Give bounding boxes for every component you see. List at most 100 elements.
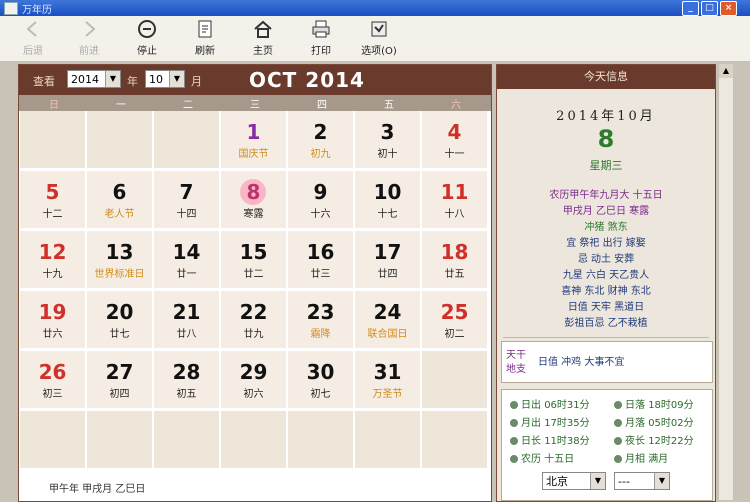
- empty-day-cell: [154, 111, 220, 169]
- day-cell[interactable]: 6 老人节: [87, 171, 153, 229]
- day-cell[interactable]: 31 万圣节: [355, 351, 421, 409]
- lunar-date: 廿一: [176, 269, 197, 280]
- document-refresh-icon: [198, 20, 212, 38]
- sun-moon-key: 月相: [625, 454, 645, 465]
- vertical-scrollbar[interactable]: ▲: [718, 64, 733, 500]
- day-number: 7: [179, 180, 194, 204]
- day-cell[interactable]: 21 廿八: [154, 291, 220, 349]
- lunar-date: 十八: [444, 209, 465, 220]
- day-cell[interactable]: 30 初七: [288, 351, 354, 409]
- day-cell[interactable]: 2 初九: [288, 111, 354, 169]
- print-button[interactable]: 打印: [298, 18, 344, 58]
- today-day: 8: [597, 125, 615, 153]
- day-cell[interactable]: 13 世界标准日: [87, 231, 153, 289]
- sun-moon-key: 日落: [625, 400, 645, 411]
- day-cell[interactable]: 29 初六: [221, 351, 287, 409]
- city-value: 北京: [546, 475, 568, 488]
- almanac-line: 农历甲午年九月大 十五日: [549, 190, 663, 201]
- day-cell[interactable]: 12 十九: [20, 231, 86, 289]
- sun-moon-key: 日出: [521, 400, 541, 411]
- refresh-label: 刷新: [195, 46, 215, 57]
- day-cell[interactable]: 16 廿三: [288, 231, 354, 289]
- options-button[interactable]: 选项(O): [356, 18, 402, 58]
- empty-day-cell: [422, 351, 488, 409]
- day-cell[interactable]: 10 十七: [355, 171, 421, 229]
- day-cell[interactable]: 9 十六: [288, 171, 354, 229]
- day-number: 20: [105, 300, 134, 324]
- day-number: 26: [38, 360, 67, 384]
- view-label: 查看: [33, 75, 55, 88]
- forward-label: 前进: [79, 46, 99, 57]
- day-number: 28: [172, 360, 201, 384]
- day-cell[interactable]: 18 廿五: [422, 231, 488, 289]
- empty-day-cell: [20, 111, 86, 169]
- day-cell[interactable]: 22 廿九: [221, 291, 287, 349]
- day-cell[interactable]: 26 初三: [20, 351, 86, 409]
- lunar-date: 霜降: [310, 329, 331, 340]
- city-select[interactable]: 北京 ▼: [542, 472, 606, 490]
- sun-moon-row: 日落 18时09分: [614, 396, 694, 411]
- day-cell[interactable]: 19 廿六: [20, 291, 86, 349]
- day-cell[interactable]: 24 联合国日: [355, 291, 421, 349]
- stop-button[interactable]: 停止: [124, 18, 170, 58]
- day-cell[interactable]: 11 十八: [422, 171, 488, 229]
- maximize-button[interactable]: □: [701, 1, 718, 16]
- day-cell[interactable]: 1 国庆节: [221, 111, 287, 169]
- scroll-up-icon[interactable]: ▲: [719, 64, 733, 78]
- lunar-date: 廿七: [109, 329, 130, 340]
- printer-icon: [312, 20, 330, 38]
- lunar-date: 廿二: [243, 269, 264, 280]
- chevron-down-icon: ▼: [169, 71, 184, 87]
- day-cell[interactable]: 7 十四: [154, 171, 220, 229]
- day-cell[interactable]: 14 廿一: [154, 231, 220, 289]
- day-cell[interactable]: 23 霜降: [288, 291, 354, 349]
- month-select[interactable]: 10 ▼: [145, 70, 185, 88]
- window-title: 万年历: [22, 5, 52, 16]
- day-cell[interactable]: 3 初十: [355, 111, 421, 169]
- lunar-date: 十九: [42, 269, 63, 280]
- day-number: 11: [440, 180, 469, 204]
- circle-icon: [614, 437, 622, 445]
- day-number: 19: [38, 300, 67, 324]
- day-number: 6: [112, 180, 127, 204]
- refresh-button[interactable]: 刷新: [182, 18, 228, 58]
- note-box: 天干 地支 日值 冲鸡 大事不宜: [501, 341, 713, 383]
- minimize-button[interactable]: _: [682, 1, 699, 16]
- day-cell[interactable]: 4 十一: [422, 111, 488, 169]
- weekday-label: 一: [116, 100, 126, 111]
- sun-moon-row: 日长 11时38分: [510, 432, 590, 447]
- back-button[interactable]: 后退: [10, 18, 56, 58]
- month-suffix: 月: [191, 75, 202, 88]
- day-cell[interactable]: 15 廿二: [221, 231, 287, 289]
- sun-moon-key: 农历: [521, 454, 541, 465]
- day-grid: 1 国庆节 2 初九 3 初十 4 十一 5 十二 6 老人节 7 十四 8 寒露 9 十六 10 十七 11 十八 12 十…: [19, 111, 491, 471]
- day-cell[interactable]: 25 初二: [422, 291, 488, 349]
- day-cell[interactable]: 17 廿四: [355, 231, 421, 289]
- district-select[interactable]: --- ▼: [614, 472, 670, 490]
- sun-moon-key: 月出: [521, 418, 541, 429]
- stop-icon: [138, 20, 156, 38]
- day-cell[interactable]: 20 廿七: [87, 291, 153, 349]
- lunar-date: 联合国日: [367, 329, 408, 340]
- day-number: 24: [373, 300, 402, 324]
- empty-day-cell: [20, 411, 86, 469]
- year-select[interactable]: 2014 ▼: [67, 70, 121, 88]
- day-cell[interactable]: 27 初四: [87, 351, 153, 409]
- lunar-date: 十六: [310, 209, 331, 220]
- note-label-2: 地支: [506, 364, 526, 375]
- forward-button[interactable]: 前进: [66, 18, 112, 58]
- day-cell[interactable]: 28 初五: [154, 351, 220, 409]
- chevron-down-icon: ▼: [590, 473, 605, 489]
- day-number: 13: [105, 240, 134, 264]
- empty-day-cell: [87, 411, 153, 469]
- sun-moon-box: 北京 ▼ --- ▼ 日出 06时31分 日落 18时09分 月出 17时35分 月落…: [501, 389, 713, 501]
- lunar-date: 初五: [176, 389, 197, 400]
- options-icon: [371, 21, 387, 37]
- day-number: 16: [306, 240, 335, 264]
- lunar-date: 初四: [109, 389, 130, 400]
- day-cell[interactable]: 5 十二: [20, 171, 86, 229]
- home-button[interactable]: 主页: [240, 18, 286, 58]
- empty-day-cell: [422, 411, 488, 469]
- day-cell[interactable]: 8 寒露: [221, 171, 287, 229]
- close-button[interactable]: ×: [720, 1, 737, 16]
